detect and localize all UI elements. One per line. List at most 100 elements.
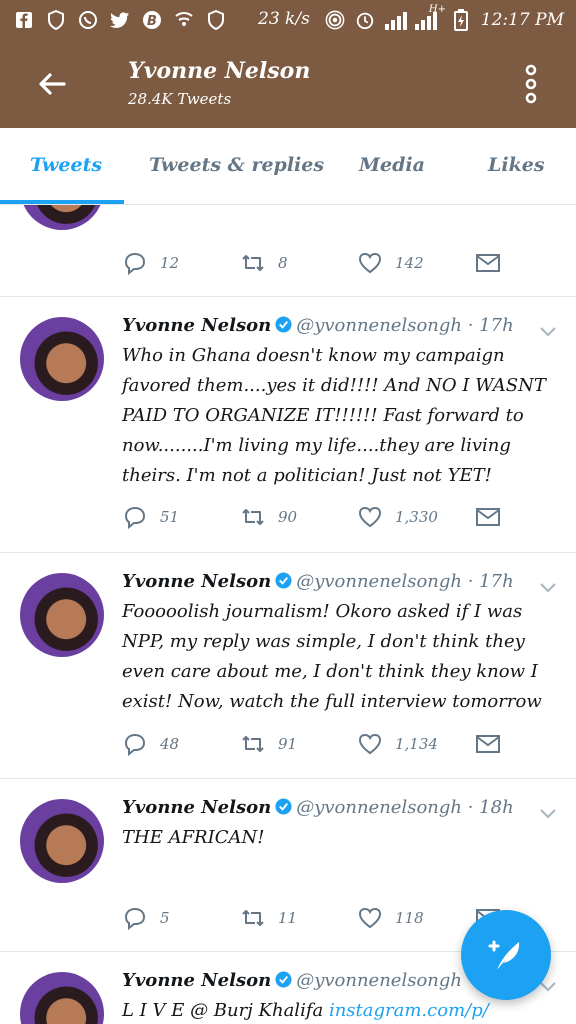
chevron-down-icon[interactable] — [538, 807, 558, 821]
twitter-icon — [110, 10, 130, 30]
tweet[interactable]: Yvonne Nelson @yvonnenelsongh · 17h Foooo… — [0, 553, 576, 779]
like-count: 142 — [395, 254, 424, 272]
tweet-text-content: L I V E @ Burj Khalifa — [122, 1000, 329, 1021]
author-handle[interactable]: @yvonnenelsongh — [296, 970, 462, 991]
avatar[interactable] — [20, 972, 104, 1024]
verified-badge-icon — [275, 572, 292, 589]
reply-icon — [124, 733, 146, 757]
author-handle[interactable]: @yvonnenelsongh — [296, 571, 462, 592]
heart-icon — [358, 733, 382, 755]
retweet-button[interactable]: 91 — [240, 731, 297, 757]
tweet-header: Yvonne Nelson@yvonnenelsongh · 1d — [122, 970, 502, 991]
envelope-icon — [476, 735, 500, 753]
like-count: 118 — [395, 909, 424, 927]
like-button[interactable]: 1,330 — [357, 504, 438, 530]
reply-count: 51 — [160, 508, 180, 526]
reply-button[interactable]: 48 — [122, 731, 179, 757]
shield-icon — [46, 10, 66, 30]
avatar[interactable] — [20, 799, 104, 883]
author-name[interactable]: Yvonne Nelson — [122, 571, 271, 592]
hotspot-icon — [325, 10, 345, 30]
chevron-down-icon[interactable] — [538, 325, 558, 339]
heart-icon — [358, 907, 382, 929]
profile-header: Yvonne Nelson 28.4K Tweets — [0, 40, 576, 128]
tweet-link[interactable]: instagram.com/p/ — [329, 1000, 489, 1021]
reply-count: 5 — [160, 909, 170, 927]
retweet-icon — [242, 509, 264, 525]
compose-feather-icon — [488, 940, 520, 970]
reply-count: 12 — [160, 254, 180, 272]
like-button[interactable]: 118 — [357, 905, 424, 931]
envelope-icon — [476, 508, 500, 526]
retweet-icon — [242, 255, 264, 271]
facebook-icon — [14, 10, 34, 30]
dm-button[interactable] — [475, 504, 501, 530]
author-name[interactable]: Yvonne Nelson — [122, 797, 271, 818]
dm-button[interactable] — [475, 250, 501, 276]
avatar[interactable] — [20, 317, 104, 401]
dm-button[interactable] — [475, 731, 501, 757]
retweet-count: 11 — [278, 909, 298, 927]
clock: 12:17 PM — [480, 10, 564, 30]
retweet-count: 90 — [278, 508, 298, 526]
like-button[interactable]: 142 — [357, 250, 424, 276]
reply-count: 48 — [160, 735, 180, 753]
network-type: H+ — [428, 4, 446, 15]
envelope-icon — [476, 254, 500, 272]
svg-text:B: B — [147, 14, 157, 29]
like-count: 1,134 — [395, 735, 438, 753]
tweet-text: L I V E @ Burj Khalifa instagram.com/p/ — [122, 996, 562, 1024]
like-button[interactable]: 1,134 — [357, 731, 438, 757]
tweet-text: THE AFRICAN! — [122, 827, 265, 848]
avatar[interactable] — [20, 573, 104, 657]
avatar[interactable] — [20, 205, 104, 230]
verified-badge-icon — [275, 971, 292, 988]
reply-icon — [124, 506, 146, 530]
retweet-button[interactable]: 8 — [240, 250, 288, 276]
retweet-button[interactable]: 90 — [240, 504, 297, 530]
tab-tweets-replies[interactable]: Tweets & replies — [149, 154, 324, 176]
reply-button[interactable]: 5 — [122, 905, 170, 931]
retweet-count: 91 — [278, 735, 298, 753]
author-name[interactable]: Yvonne Nelson — [122, 315, 271, 336]
profile-name: Yvonne Nelson — [128, 58, 311, 84]
battery-charging-icon — [451, 9, 471, 31]
back-arrow-icon[interactable] — [32, 64, 72, 104]
shield-check-icon — [206, 10, 226, 30]
alarm-icon — [355, 10, 375, 30]
tweet-text: Fooooolish journalism! Okoro asked if I … — [122, 601, 542, 712]
b-badge-icon: B — [142, 10, 162, 30]
author-name[interactable]: Yvonne Nelson — [122, 970, 271, 991]
retweet-count: 8 — [278, 254, 288, 272]
tab-tweets[interactable]: Tweets — [30, 154, 102, 176]
reply-icon — [124, 252, 146, 276]
chevron-down-icon[interactable] — [538, 581, 558, 595]
retweet-icon — [242, 910, 264, 926]
heart-icon — [358, 252, 382, 274]
author-handle[interactable]: @yvonnenelsongh — [296, 797, 462, 818]
profile-tabs: Tweets Tweets & replies Media Likes — [0, 128, 576, 205]
whatsapp-icon — [78, 10, 98, 30]
reply-button[interactable]: 12 — [122, 250, 179, 276]
compose-tweet-button[interactable] — [461, 910, 551, 1000]
heart-icon — [358, 506, 382, 528]
status-bar: B 23 k/s H+ 12:17 PM — [0, 0, 576, 40]
verified-badge-icon — [275, 316, 292, 333]
verified-badge-icon — [275, 798, 292, 815]
tab-likes[interactable]: Likes — [488, 154, 545, 176]
tweet-time: · 17h — [467, 571, 514, 592]
overflow-menu-icon[interactable] — [518, 62, 544, 106]
tab-media[interactable]: Media — [359, 154, 425, 176]
tweet[interactable]: Yvonne Nelson @yvonnenelsongh · 17h Who i… — [0, 297, 576, 553]
tweet-header: Yvonne Nelson @yvonnenelsongh · 17h — [122, 315, 514, 336]
retweet-button[interactable]: 11 — [240, 905, 297, 931]
tweet-partial[interactable]: 12 8 142 — [0, 205, 576, 297]
reply-button[interactable]: 51 — [122, 504, 179, 530]
tweet-time: · 18h — [467, 797, 514, 818]
wifi-lock-icon — [174, 10, 194, 30]
like-count: 1,330 — [395, 508, 438, 526]
tweet-header: Yvonne Nelson @yvonnenelsongh · 17h — [122, 571, 514, 592]
tweet-header: Yvonne Nelson @yvonnenelsongh · 18h — [122, 797, 514, 818]
author-handle[interactable]: @yvonnenelsongh — [296, 315, 462, 336]
network-speed: 23 k/s — [258, 9, 310, 29]
